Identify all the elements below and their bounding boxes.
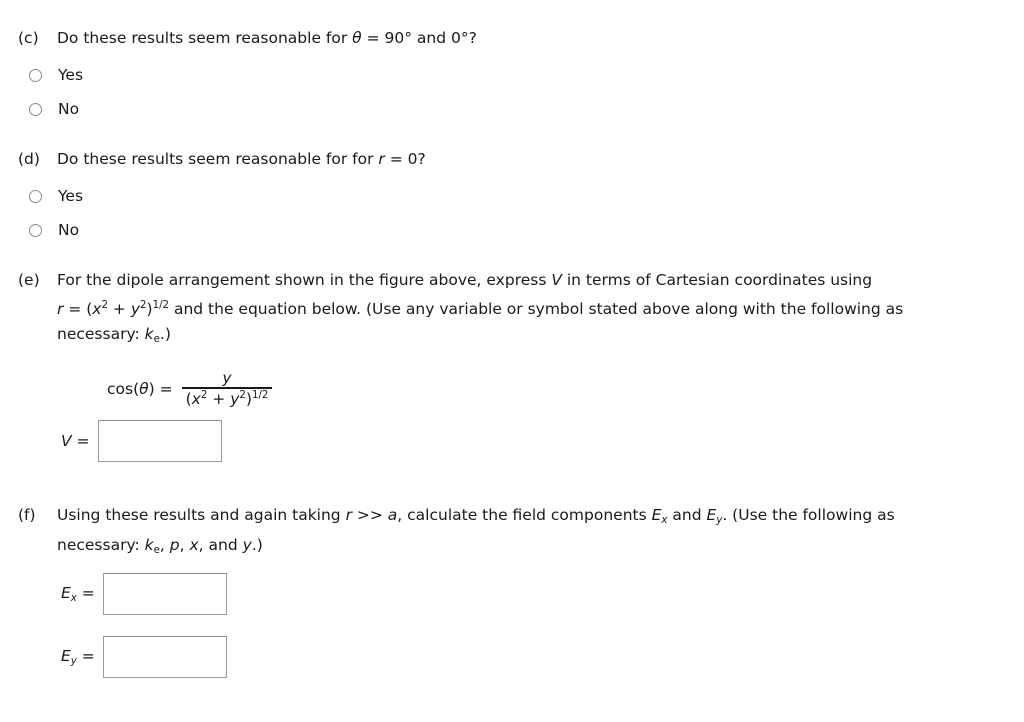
question-c-prompt: Do these results seem reasonable for θ =… — [57, 26, 964, 51]
question-d-choice-no-label: No — [58, 221, 80, 239]
answer-input-ex[interactable] — [102, 573, 227, 615]
answer-label-ey: Ey = — [61, 647, 95, 667]
question-c-prompt-suffix: = 90° and 0°? — [361, 29, 477, 47]
question-c-choice-yes[interactable]: Yes — [29, 58, 1024, 92]
question-f-line1-text-a: Using these results and again taking — [57, 506, 346, 524]
plus-sign: + — [207, 389, 231, 408]
question-c-number: (c) — [18, 29, 39, 47]
question-e-line3-text-b: .) — [159, 325, 171, 344]
question-f-line2-text-end: .) — [251, 535, 263, 554]
question-f-line1-text-b: , calculate the field components — [397, 506, 652, 524]
answer-row-v: V = — [61, 420, 222, 462]
theta-symbol: θ — [352, 29, 362, 47]
radio-button-icon[interactable] — [29, 189, 42, 203]
question-c-choice-no[interactable]: No — [29, 92, 1024, 126]
answer-row-ex: Ex = — [61, 573, 227, 615]
comma-1: , — [159, 535, 170, 554]
question-f-line2-text-a: necessary: — [57, 535, 145, 554]
question-c-choice-yes-label: Yes — [58, 66, 84, 84]
e-symbol: E — [61, 584, 71, 603]
question-d-prompt-suffix: = 0? — [384, 150, 426, 168]
and-text: and — [667, 506, 707, 524]
y-symbol: y — [130, 300, 140, 319]
question-e-prompt-line3: necessary: ke.) — [57, 322, 964, 352]
question-c-choices: Yes No — [0, 58, 1024, 126]
v-symbol: V — [61, 432, 72, 450]
question-e-number: (e) — [18, 271, 40, 289]
a-symbol: a — [387, 506, 398, 524]
answer-input-v[interactable] — [97, 420, 222, 462]
question-e: (e) For the dipole arrangement shown in … — [0, 268, 1024, 352]
question-d-prompt: Do these results seem reasonable for for… — [57, 147, 964, 172]
equals-sign: = — [76, 647, 95, 666]
answer-label-v: V = — [61, 432, 90, 450]
question-f-prompt-line1: Using these results and again taking r >… — [57, 503, 964, 533]
question-f-line1-text-c: . (Use the following as — [722, 506, 895, 524]
question-c-prompt-prefix: Do these results seem reasonable for — [57, 29, 353, 47]
question-d-choices: Yes No — [0, 179, 1024, 247]
e-symbol: E — [61, 647, 71, 666]
e-symbol: E — [651, 506, 662, 524]
fraction-denominator: (x2 + y2)1/2 — [182, 389, 273, 407]
question-d-number: (d) — [18, 150, 40, 168]
x-symbol: x — [189, 535, 199, 554]
cos-function-name: cos( — [107, 379, 140, 398]
answer-label-ex: Ex = — [61, 584, 95, 604]
worksheet-page: (c) Do these results seem reasonable for… — [0, 0, 1024, 722]
k-symbol: k — [144, 325, 154, 344]
question-c-choice-no-label: No — [58, 100, 80, 118]
question-d-choice-yes-label: Yes — [58, 187, 84, 205]
question-f: (f) Using these results and again taking… — [0, 503, 1024, 563]
equals-sign: = — [76, 584, 95, 603]
plus-sign: + — [107, 300, 131, 319]
answer-row-ey: Ey = — [61, 636, 227, 678]
v-symbol: V — [551, 271, 562, 289]
question-e-prompt-line2: r = (x2 + y2)1/2 and the equation below.… — [57, 293, 964, 322]
y-symbol: y — [242, 535, 252, 554]
half-power-exponent: 1/2 — [152, 300, 170, 311]
and-text: , and — [198, 535, 243, 554]
cos-theta-equation: cos(θ) = y (x2 + y2)1/2 — [107, 369, 273, 407]
question-e-line3-text-a: necessary: — [57, 325, 145, 344]
question-e-line1-text-a: For the dipole arrangement shown in the … — [57, 271, 552, 289]
equals-sign: = — [71, 432, 90, 450]
question-d: (d) Do these results seem reasonable for… — [0, 147, 1024, 247]
question-e-prompt-line1: For the dipole arrangement shown in the … — [57, 268, 964, 293]
question-e-prompt: For the dipole arrangement shown in the … — [57, 268, 964, 352]
question-d-choice-no[interactable]: No — [29, 213, 1024, 247]
question-e-line2-text: and the equation below. (Use any variabl… — [169, 300, 904, 319]
question-f-prompt-line2: necessary: ke, p, x, and y.) — [57, 533, 964, 563]
y-symbol: y — [230, 389, 240, 408]
much-greater-than-sign: >> — [351, 506, 388, 524]
e-symbol: E — [706, 506, 717, 524]
question-f-prompt: Using these results and again taking r >… — [57, 503, 964, 563]
half-power-exponent: 1/2 — [251, 389, 269, 401]
theta-symbol: θ — [139, 379, 149, 398]
fraction-numerator: y — [222, 369, 232, 387]
p-symbol: p — [169, 535, 180, 554]
question-f-number: (f) — [18, 506, 36, 524]
radio-button-icon[interactable] — [29, 102, 42, 116]
radio-button-icon[interactable] — [29, 223, 42, 237]
fraction: y (x2 + y2)1/2 — [181, 369, 273, 407]
cos-equals: ) = — [148, 379, 173, 398]
comma-2: , — [179, 535, 190, 554]
question-e-line2-eq: = ( — [63, 300, 93, 319]
x-symbol: x — [191, 389, 201, 408]
k-symbol: k — [144, 535, 154, 554]
answer-input-ey[interactable] — [102, 636, 227, 678]
question-e-line1-text-b: in terms of Cartesian coordinates using — [561, 271, 873, 289]
question-d-prompt-prefix: Do these results seem reasonable for for — [57, 150, 379, 168]
radio-button-icon[interactable] — [29, 68, 42, 82]
cos-theta-lhs: cos(θ) = — [107, 380, 173, 398]
question-d-choice-yes[interactable]: Yes — [29, 179, 1024, 213]
question-c: (c) Do these results seem reasonable for… — [0, 26, 1024, 126]
